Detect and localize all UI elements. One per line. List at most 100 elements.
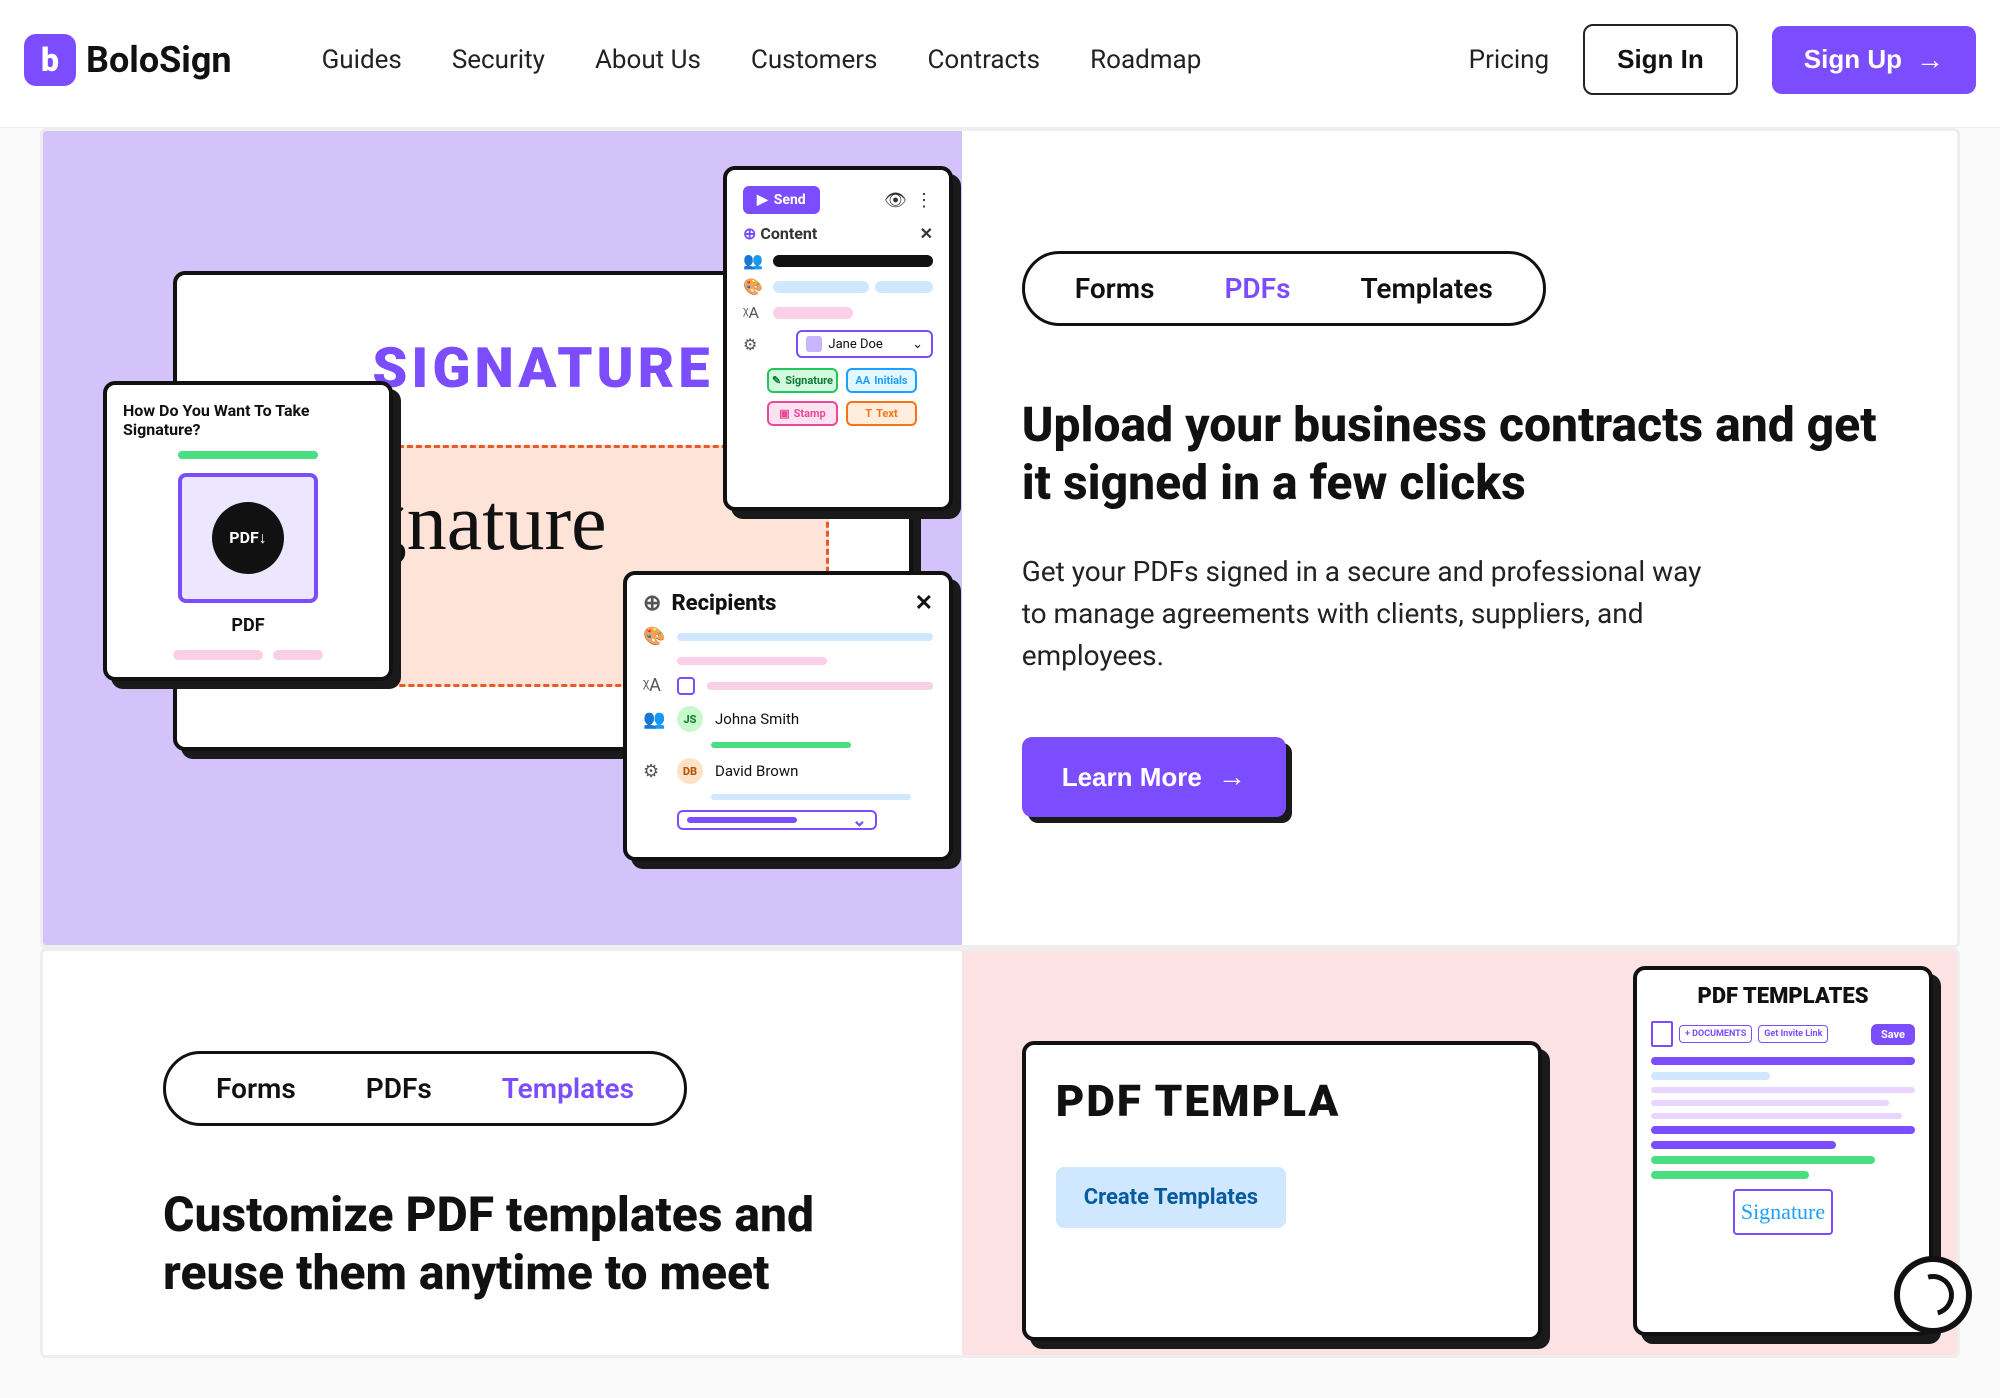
initials-icon: AA (855, 374, 870, 387)
translate-icon: ᵡA (743, 303, 763, 323)
signin-button[interactable]: Sign In (1583, 24, 1738, 95)
swirl-icon (1904, 1266, 1961, 1323)
palette-icon: 🎨 (643, 626, 665, 647)
tab-pdfs[interactable]: PDFs (366, 1072, 432, 1105)
pdfs-copy: Forms PDFs Templates Upload your busines… (962, 131, 1957, 945)
learn-more-label: Learn More (1062, 762, 1202, 793)
chip-text-label: Text (876, 407, 898, 420)
tab-templates[interactable]: Templates (502, 1072, 634, 1105)
chip-signature[interactable]: ✎ Signature (767, 368, 838, 393)
pdf-templates-card-title: PDF TEMPLATES (1651, 984, 1915, 1009)
logo[interactable]: b BoloSign (24, 34, 232, 86)
tab-templates[interactable]: Templates (1360, 272, 1492, 305)
signer-name: Jane Doe (828, 337, 882, 352)
recipient-name: David Brown (715, 762, 798, 780)
recipients-card: ⊕ Recipients ✕ 🎨 ᵡA 👥 JS Johna Smith ⚙ DB… (623, 571, 953, 861)
avatar: JS (677, 706, 703, 732)
decorative-bars (123, 650, 373, 660)
content-panel-card: ▶ Send 👁 ⋮ ⊕ Content ✕ 👥 🎨 ᵡA ⚙ (723, 166, 953, 511)
signature-icon: ✎ (772, 374, 781, 387)
pdfs-body: Get your PDFs signed in a secure and pro… (1022, 551, 1702, 677)
text-icon: T (865, 407, 872, 420)
signup-label: Sign Up (1804, 44, 1902, 75)
translate-icon: ᵡA (643, 675, 665, 696)
pdfs-illustration: SIGNATURE Signature How Do You Want To T… (43, 131, 962, 945)
avatar: DB (677, 758, 703, 784)
nav-guides[interactable]: Guides (322, 45, 402, 75)
chip-initials[interactable]: AA Initials (846, 368, 917, 393)
nav-about-us[interactable]: About Us (595, 45, 701, 75)
nav-contracts[interactable]: Contracts (927, 45, 1040, 75)
send-icon: ▶ (757, 192, 768, 208)
template-canvas-title: PDF TEMPLA (1056, 1075, 1508, 1127)
tabs-pill: Forms PDFs Templates (1022, 251, 1546, 326)
tab-forms[interactable]: Forms (216, 1072, 296, 1105)
tab-pdfs[interactable]: PDFs (1224, 272, 1290, 305)
learn-more-button[interactable]: Learn More → (1022, 737, 1286, 817)
send-button[interactable]: ▶ Send (743, 186, 820, 214)
recipients-heading: Recipients (671, 591, 776, 616)
chevron-down-icon: ⌄ (852, 810, 867, 831)
recipient-select[interactable]: ⌄ (677, 810, 877, 830)
pdf-label: PDF (123, 615, 373, 636)
gear-icon: ⚙ (743, 335, 762, 354)
people-icon: 👥 (643, 709, 665, 730)
chip-initials-label: Initials (874, 374, 907, 387)
documents-button[interactable]: + DOCUMENTS (1679, 1025, 1752, 1043)
invite-link-button[interactable]: Get Invite Link (1758, 1025, 1828, 1043)
users-icon: 👥 (743, 251, 763, 270)
chip-stamp-label: Stamp (794, 407, 826, 420)
templates-title: Customize PDF templates and reuse them a… (163, 1186, 902, 1301)
templates-illustration: PDF TEMPLA Create Templates PDF TEMPLATE… (962, 951, 1957, 1355)
pricing-link[interactable]: Pricing (1469, 45, 1549, 75)
pdf-file-icon: PDF↓ (212, 502, 284, 574)
arrow-right-icon: → (1218, 761, 1246, 793)
templates-copy: Forms PDFs Templates Customize PDF templ… (43, 951, 962, 1355)
arrow-right-icon: → (1916, 44, 1944, 76)
nav-customers[interactable]: Customers (751, 45, 878, 75)
pdf-source-card: How Do You Want To Take Signature? PDF↓ … (103, 381, 393, 681)
stamp-icon: ▣ (779, 407, 789, 420)
eye-icon[interactable]: 👁 (884, 190, 907, 211)
plus-icon[interactable]: ⊕ (743, 224, 756, 243)
gear-icon: ⚙ (643, 761, 665, 782)
chip-stamp[interactable]: ▣ Stamp (767, 401, 838, 426)
signer-select[interactable]: Jane Doe ⌄ (796, 330, 933, 358)
recipient-name: Johna Smith (715, 710, 799, 728)
signup-button[interactable]: Sign Up → (1772, 26, 1976, 94)
logo-mark-icon: b (24, 34, 76, 86)
field-chips: ✎ Signature AA Initials ▣ Stamp T Text (767, 368, 917, 426)
chevron-down-icon: ⌄ (912, 337, 923, 352)
pdf-source-title: How Do You Want To Take Signature? (123, 401, 373, 439)
signature-preview: Signature (1741, 1199, 1825, 1225)
template-lines (1651, 1057, 1915, 1179)
more-icon[interactable]: ⋮ (915, 190, 933, 211)
pdf-templates-card: PDF TEMPLATES + DOCUMENTS Get Invite Lin… (1633, 966, 1933, 1336)
pdfs-title: Upload your business contracts and get i… (1022, 396, 1877, 511)
chip-text[interactable]: T Text (846, 401, 917, 426)
tab-forms[interactable]: Forms (1075, 272, 1155, 305)
create-templates-button[interactable]: Create Templates (1056, 1167, 1286, 1228)
content-heading: Content (760, 224, 817, 243)
template-toolbar: + DOCUMENTS Get Invite Link Save (1651, 1021, 1915, 1047)
plus-circle-icon[interactable]: ⊕ (643, 591, 661, 616)
progress-bar-icon (178, 451, 318, 459)
save-button[interactable]: Save (1871, 1024, 1915, 1045)
document-icon (1651, 1021, 1673, 1047)
main-nav: Guides Security About Us Customers Contr… (322, 45, 1202, 75)
logo-text: BoloSign (86, 39, 232, 81)
site-header: b BoloSign Guides Security About Us Cust… (0, 0, 2000, 128)
templates-section: Forms PDFs Templates Customize PDF templ… (40, 948, 1960, 1358)
pdf-upload-box: PDF↓ (178, 473, 318, 603)
chat-fab[interactable] (1894, 1256, 1972, 1334)
close-icon[interactable]: ✕ (920, 224, 933, 243)
nav-security[interactable]: Security (452, 45, 545, 75)
close-icon[interactable]: ✕ (915, 591, 933, 616)
send-label: Send (774, 192, 806, 208)
pdfs-section: SIGNATURE Signature How Do You Want To T… (40, 128, 1960, 948)
palette-icon: 🎨 (743, 277, 763, 296)
pdf-template-canvas: PDF TEMPLA Create Templates (1022, 1041, 1542, 1341)
chip-signature-label: Signature (785, 374, 833, 387)
tabs-pill: Forms PDFs Templates (163, 1051, 687, 1126)
nav-roadmap[interactable]: Roadmap (1090, 45, 1201, 75)
